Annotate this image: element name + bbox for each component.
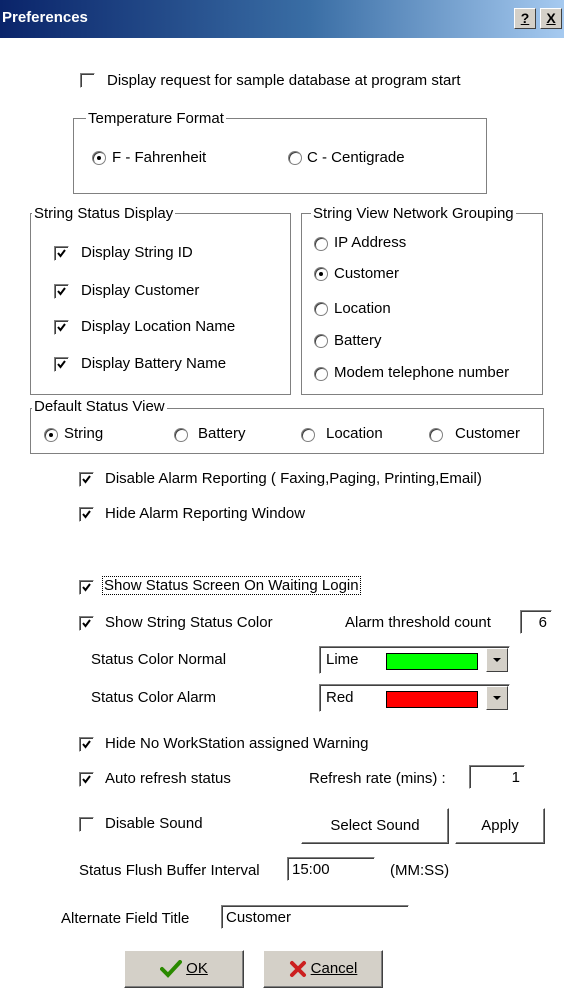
grouping-location-label: Location <box>334 300 391 317</box>
view-location-radio[interactable] <box>301 428 315 442</box>
display-string-id-checkbox[interactable] <box>54 246 69 261</box>
display-battery-name-label: Display Battery Name <box>81 355 227 372</box>
disable-sound-checkbox[interactable] <box>79 817 94 832</box>
checkmark-icon <box>160 960 183 978</box>
show-string-status-color-checkbox[interactable] <box>79 616 94 631</box>
cancel-button[interactable]: Cancel <box>263 950 383 988</box>
status-color-normal-value: Lime <box>326 651 359 668</box>
flush-buffer-label: Status Flush Buffer Interval <box>79 862 260 879</box>
alternate-field-label: Alternate Field Title <box>61 910 190 927</box>
grouping-customer-label: Customer <box>334 265 400 282</box>
flush-buffer-unit: (MM:SS) <box>390 862 450 879</box>
show-status-screen-checkbox[interactable] <box>79 580 94 595</box>
fahrenheit-radio[interactable] <box>92 151 106 165</box>
auto-refresh-checkbox[interactable] <box>79 772 94 787</box>
grouping-ip-address-radio[interactable] <box>314 237 328 251</box>
status-color-normal-select[interactable]: Lime <box>319 646 510 674</box>
status-color-normal-swatch <box>386 653 478 670</box>
disable-alarm-checkbox[interactable] <box>79 472 94 487</box>
alarm-threshold-label: Alarm threshold count <box>345 614 491 631</box>
refresh-rate-label: Refresh rate (mins) : <box>309 770 446 787</box>
status-color-alarm-swatch <box>386 691 478 708</box>
disable-sound-label: Disable Sound <box>105 815 203 832</box>
chevron-down-icon[interactable] <box>486 648 508 672</box>
centigrade-label: C - Centigrade <box>307 149 405 166</box>
display-location-name-checkbox[interactable] <box>54 320 69 335</box>
hide-alarm-window-label: Hide Alarm Reporting Window <box>105 505 306 522</box>
grouping-customer-radio[interactable] <box>314 267 328 281</box>
show-status-screen-label: Show Status Screen On Waiting Login <box>102 576 361 595</box>
hide-alarm-window-checkbox[interactable] <box>79 507 94 522</box>
view-string-radio[interactable] <box>44 428 58 442</box>
network-grouping-legend: String View Network Grouping <box>311 205 516 222</box>
cancel-x-icon <box>289 961 306 978</box>
string-status-display-legend: String Status Display <box>32 205 176 222</box>
refresh-rate-input[interactable]: 1 <box>469 765 525 789</box>
close-button[interactable]: X <box>540 8 562 29</box>
select-sound-button[interactable]: Select Sound <box>301 808 449 844</box>
window-title: Preferences <box>2 9 88 26</box>
view-string-label: String <box>64 425 104 442</box>
display-battery-name-checkbox[interactable] <box>54 357 69 372</box>
ok-button[interactable]: OK <box>124 950 244 988</box>
grouping-modem-label: Modem telephone number <box>334 364 510 381</box>
apply-button[interactable]: Apply <box>455 808 545 844</box>
display-location-name-label: Display Location Name <box>81 318 236 335</box>
fahrenheit-label: F - Fahrenheit <box>112 149 207 166</box>
status-color-alarm-value: Red <box>326 689 354 706</box>
sample-db-label: Display request for sample database at p… <box>107 72 461 89</box>
display-customer-label: Display Customer <box>81 282 200 299</box>
disable-alarm-label: Disable Alarm Reporting ( Faxing,Paging,… <box>105 470 482 487</box>
grouping-battery-label: Battery <box>334 332 382 349</box>
auto-refresh-label: Auto refresh status <box>105 770 231 787</box>
view-battery-radio[interactable] <box>174 428 188 442</box>
grouping-battery-radio[interactable] <box>314 334 328 348</box>
status-color-normal-label: Status Color Normal <box>91 651 227 668</box>
status-color-alarm-select[interactable]: Red <box>319 684 510 712</box>
chevron-down-icon[interactable] <box>486 686 508 710</box>
hide-no-workstation-label: Hide No WorkStation assigned Warning <box>105 735 369 752</box>
flush-buffer-input[interactable]: 15:00 <box>287 857 375 881</box>
ok-label: OK <box>186 960 208 977</box>
temperature-format-legend: Temperature Format <box>86 110 226 127</box>
display-customer-checkbox[interactable] <box>54 284 69 299</box>
display-string-id-label: Display String ID <box>81 244 193 261</box>
cancel-label: Cancel <box>310 960 358 977</box>
grouping-ip-address-label: IP Address <box>334 234 407 251</box>
view-battery-label: Battery <box>198 425 246 442</box>
grouping-location-radio[interactable] <box>314 302 328 316</box>
hide-no-workstation-checkbox[interactable] <box>79 737 94 752</box>
status-color-alarm-label: Status Color Alarm <box>91 689 217 706</box>
help-button[interactable]: ? <box>514 8 536 29</box>
view-customer-label: Customer <box>455 425 521 442</box>
grouping-modem-radio[interactable] <box>314 367 328 381</box>
view-customer-radio[interactable] <box>429 428 443 442</box>
sample-db-checkbox[interactable] <box>80 73 95 88</box>
alarm-threshold-input[interactable]: 6 <box>520 610 552 634</box>
default-status-view-legend: Default Status View <box>32 398 167 415</box>
title-bar: Preferences ? X <box>0 0 564 38</box>
view-location-label: Location <box>326 425 383 442</box>
alternate-field-input[interactable]: Customer <box>221 905 409 929</box>
centigrade-radio[interactable] <box>288 151 302 165</box>
show-string-status-color-label: Show String Status Color <box>105 614 273 631</box>
